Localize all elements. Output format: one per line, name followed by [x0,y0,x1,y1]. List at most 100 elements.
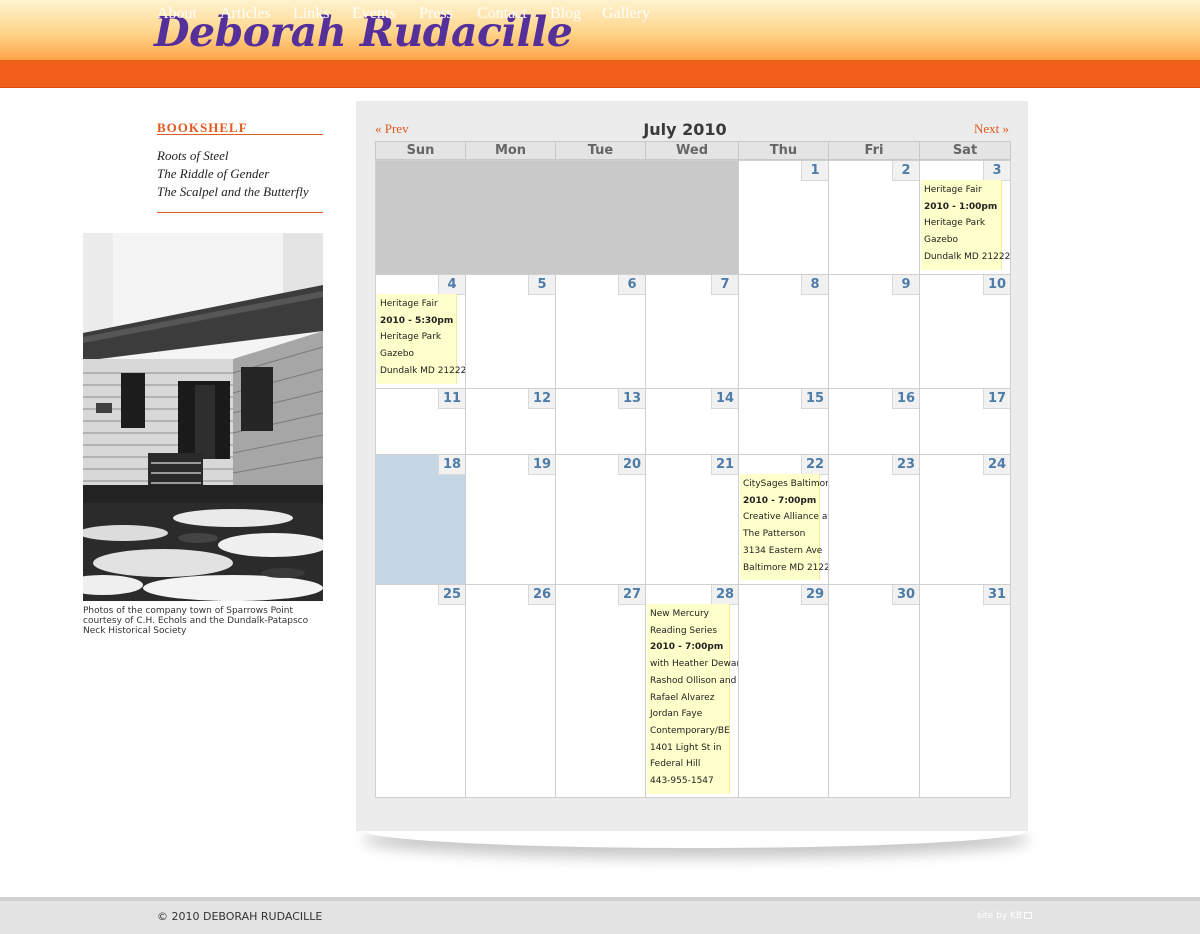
calendar-day[interactable]: 10 [919,274,1011,389]
calendar-day[interactable]: 14 [645,388,739,455]
calendar-day[interactable]: 9 [828,274,920,389]
nav-gallery[interactable]: Gallery [602,5,650,23]
event-text: 1401 Light St in [650,742,722,753]
day-number[interactable]: 26 [528,585,555,605]
calendar-day[interactable]: 4 Heritage Fair 2010 - 5:30pm Heritage Park… [375,274,466,389]
event-text: Baltimore MD 21224 [743,562,836,573]
day-number[interactable]: 27 [618,585,645,605]
calendar-event[interactable]: Heritage Fair 2010 - 5:30pm Heritage Park G… [377,294,467,384]
day-number[interactable]: 30 [892,585,919,605]
event-text: New Mercury [650,609,709,619]
day-number[interactable]: 25 [438,585,465,605]
calendar-day[interactable]: 25 [375,584,466,798]
day-number[interactable]: 23 [892,455,919,475]
event-text: Dundalk MD 21222 [380,365,467,376]
day-number[interactable]: 2 [892,161,919,181]
footer-credit-link[interactable]: site by KB [977,911,1033,921]
weekday-header: Sun [375,141,466,160]
day-number[interactable]: 8 [801,275,828,295]
calendar-day[interactable]: 20 [555,454,646,585]
event-text: Gazebo [380,349,414,360]
footer-copyright: © 2010 DEBORAH RUDACILLE [157,910,323,923]
calendar-day[interactable]: 15 [738,388,829,455]
day-number[interactable]: 17 [983,389,1010,409]
day-number[interactable]: 14 [711,389,738,409]
calendar-day[interactable]: 12 [465,388,556,455]
book-link-riddle-of-gender[interactable]: The Riddle of Gender [157,166,269,182]
nav-contact[interactable]: Contact [477,5,527,23]
nav-blog[interactable]: Blog [550,5,581,23]
calendar-day[interactable]: 3 Heritage Fair 2010 - 1:00pm Heritage Park… [919,160,1011,275]
calendar-day[interactable]: 28 New Mercury Reading Series 2010 - 7:00pm… [645,584,743,798]
day-number[interactable]: 28 [711,585,738,605]
day-number[interactable]: 10 [983,275,1010,295]
day-number[interactable]: 12 [528,389,555,409]
calendar-day[interactable]: 27 [555,584,646,798]
weekday-header: Wed [645,141,739,160]
event-text: Heritage Park [380,332,442,343]
nav-about[interactable]: About [157,5,197,23]
calendar-day[interactable]: 17 [919,388,1011,455]
day-number[interactable]: 13 [618,389,645,409]
book-link-scalpel-and-butterfly[interactable]: The Scalpel and the Butterfly [157,184,309,200]
calendar-day[interactable]: 19 [465,454,556,585]
nav-articles[interactable]: Articles [220,5,271,23]
calendar-day[interactable]: 8 [738,274,829,389]
calendar-day[interactable]: 31 [919,584,1011,798]
calendar-day[interactable]: 26 [465,584,556,798]
calendar-day[interactable]: 13 [555,388,646,455]
day-number[interactable]: 4 [438,275,465,295]
day-number[interactable]: 1 [801,161,828,181]
prev-month-link[interactable]: « Prev [375,121,409,137]
calendar-day[interactable]: 7 [645,274,739,389]
day-number[interactable]: 9 [892,275,919,295]
day-number[interactable]: 18 [438,455,465,475]
event-text: Heritage Fair [380,299,438,309]
calendar-day[interactable]: 2 [828,160,920,275]
calendar-day[interactable]: 6 [555,274,646,389]
footer-credit-text[interactable]: site by KB [977,911,1022,921]
calendar-event[interactable]: CitySages Baltimore 2010 - 7:00pm Creative… [740,474,836,581]
event-time: 2010 - 1:00pm [924,201,998,212]
calendar-day[interactable]: 16 [828,388,920,455]
day-number[interactable]: 22 [801,455,828,475]
calendar-day[interactable]: 24 [919,454,1011,585]
day-number[interactable]: 7 [711,275,738,295]
day-number[interactable]: 19 [528,455,555,475]
photo-caption: Photos of the company town of Sparrows P… [83,606,309,636]
book-link-roots-of-steel[interactable]: Roots of Steel [157,148,229,164]
calendar-day[interactable]: 29 [738,584,829,798]
nav-links[interactable]: Links [293,5,329,23]
calendar-day[interactable]: 21 [645,454,739,585]
next-month-link[interactable]: Next » [974,121,1009,137]
nav-events[interactable]: Events [352,5,396,23]
calendar-day[interactable]: 22 CitySages Baltimore 2010 - 7:00pm Creati… [738,454,836,585]
day-number[interactable]: 6 [618,275,645,295]
day-number[interactable]: 3 [983,161,1010,181]
weekday-header: Thu [738,141,829,160]
calendar-day[interactable]: 1 [738,160,829,275]
day-number[interactable]: 21 [711,455,738,475]
day-number[interactable]: 16 [892,389,919,409]
day-number[interactable]: 24 [983,455,1010,475]
day-number[interactable]: 20 [618,455,645,475]
event-text: Reading Series [650,625,718,636]
day-number[interactable]: 29 [801,585,828,605]
calendar-day[interactable]: 30 [828,584,920,798]
day-number[interactable]: 31 [983,585,1010,605]
calendar-event[interactable]: New Mercury Reading Series 2010 - 7:00pm wi… [647,604,743,794]
day-number[interactable]: 11 [438,389,465,409]
sparrows-point-photo [83,233,323,601]
company-house-image [83,233,323,601]
calendar-day[interactable]: 5 [465,274,556,389]
day-number[interactable]: 5 [528,275,555,295]
calendar-event[interactable]: Heritage Fair 2010 - 1:00pm Heritage Park G… [921,180,1010,270]
bookshelf-divider-bottom [157,212,323,213]
nav-press[interactable]: Press [419,5,453,23]
day-number[interactable]: 15 [801,389,828,409]
calendar-day[interactable]: 11 [375,388,466,455]
calendar-day-today[interactable]: 18 [375,454,466,585]
calendar-day[interactable]: 23 [828,454,920,585]
event-text: Heritage Fair [924,185,982,195]
weekday-header: Sat [919,141,1011,160]
